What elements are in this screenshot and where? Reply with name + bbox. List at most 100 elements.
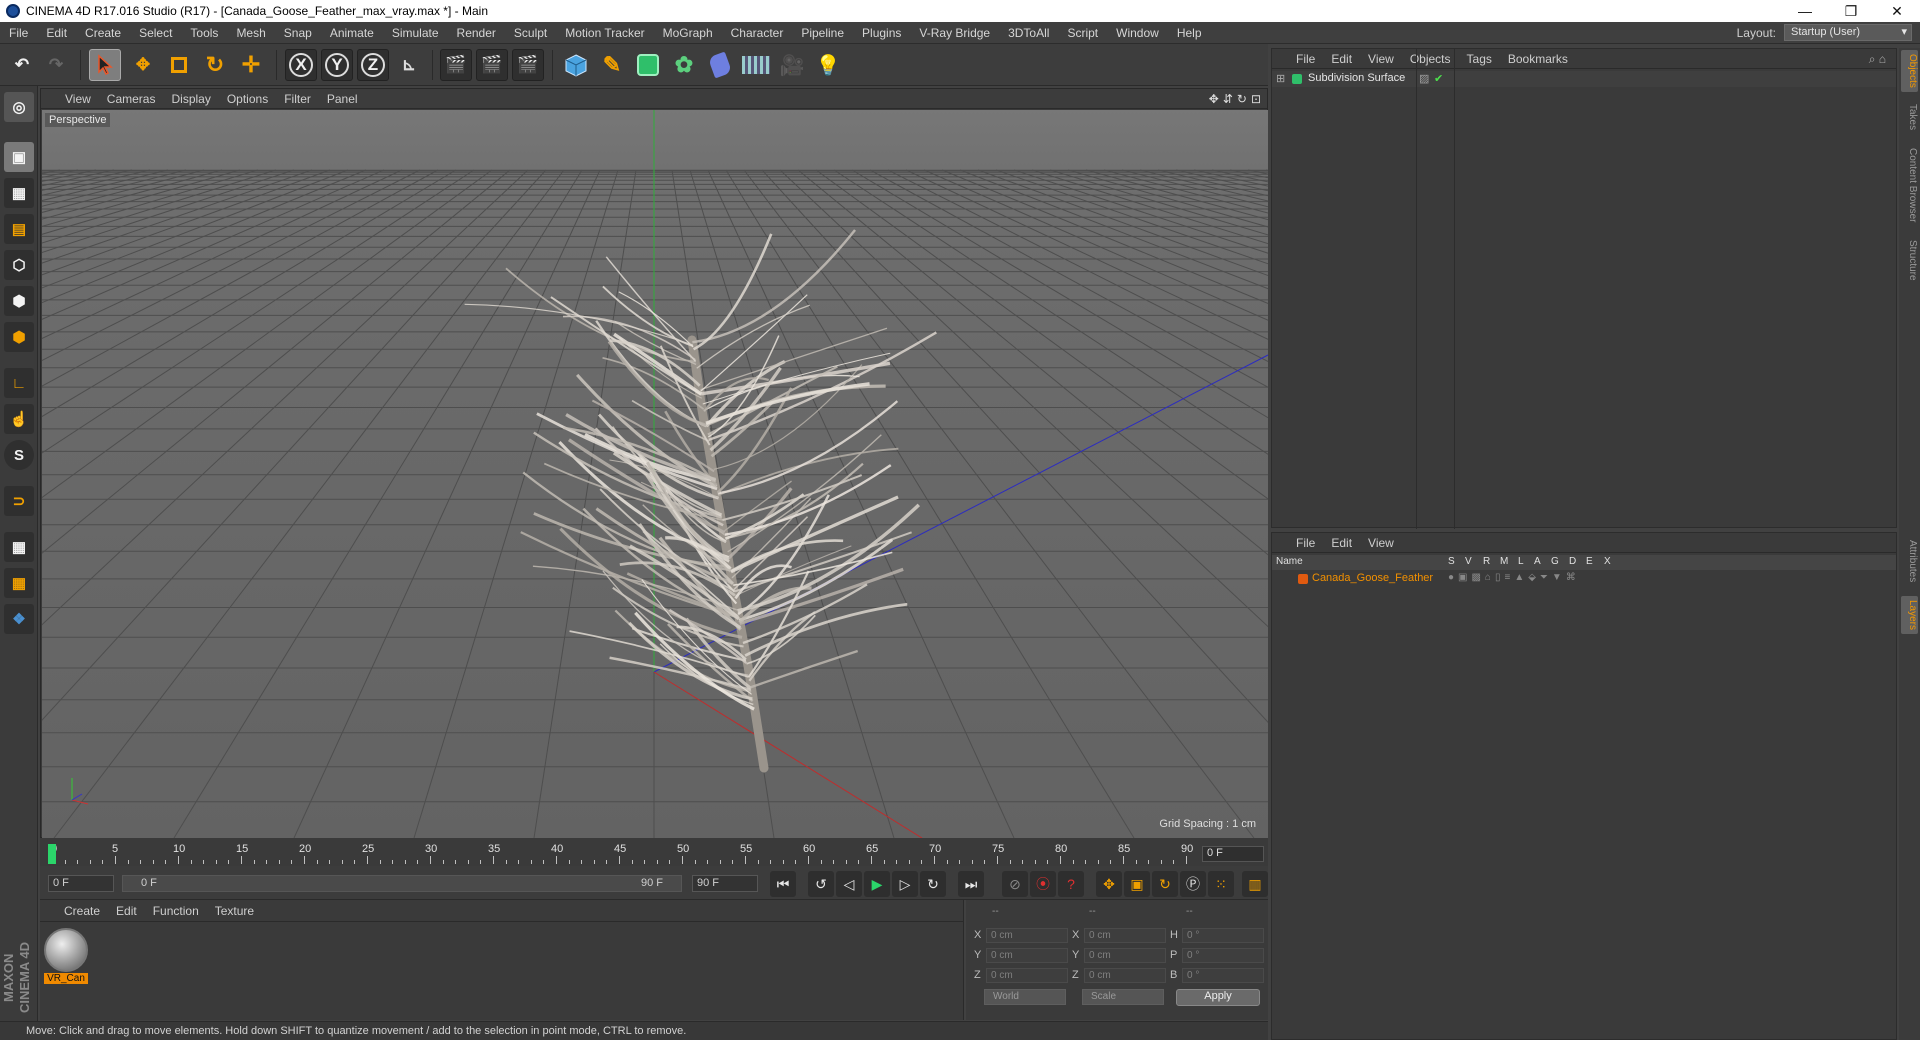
start-frame-field[interactable]: 0 F <box>48 875 114 892</box>
tab-layers[interactable]: Layers <box>1901 596 1918 635</box>
menu-help[interactable]: Help <box>1168 26 1211 40</box>
apply-button[interactable]: Apply <box>1176 989 1260 1006</box>
objects-menu-view[interactable]: View <box>1360 52 1402 66</box>
cloner-icon[interactable]: ✿ <box>668 49 700 81</box>
play-icon[interactable]: ▶ <box>864 871 890 897</box>
make-editable-icon[interactable]: ◎ <box>4 92 34 122</box>
redo-icon[interactable]: ↷ <box>40 49 72 81</box>
layers-menu-view[interactable]: View <box>1360 536 1402 550</box>
layers-menu-file[interactable]: File <box>1288 536 1323 550</box>
scale-tool-icon[interactable] <box>163 49 195 81</box>
coord-system-dropdown[interactable]: World <box>984 989 1066 1005</box>
tweak-mode-icon[interactable]: ☝ <box>4 404 34 434</box>
tab-structure[interactable]: Structure <box>1901 236 1918 285</box>
magnet-icon[interactable]: ⊃ <box>4 486 34 516</box>
texture-mode-icon[interactable]: ▦ <box>4 178 34 208</box>
menu-vray-bridge[interactable]: V-Ray Bridge <box>910 26 999 40</box>
coord-mode-dropdown[interactable]: Scale <box>1082 989 1164 1005</box>
size-x-field[interactable]: 0 cm <box>1084 928 1166 943</box>
render-picture-viewer-icon[interactable]: 🎬 <box>476 49 508 81</box>
render-settings-icon[interactable]: 🎬 <box>512 49 544 81</box>
key-scale-icon[interactable]: ▣ <box>1124 871 1150 897</box>
key-parameter-icon[interactable]: Ⓟ <box>1180 871 1206 897</box>
objects-menu-bookmarks[interactable]: Bookmarks <box>1500 52 1576 66</box>
workplane-mode-icon[interactable]: ▤ <box>4 214 34 244</box>
object-row[interactable]: ⊞ Subdivision Surface ▨ ✔ <box>1272 49 1896 529</box>
search-icon[interactable]: ⌕ ⌂ <box>1869 52 1886 67</box>
restore-button[interactable]: ❐ <box>1828 0 1874 22</box>
render-view-icon[interactable]: 🎬 <box>440 49 472 81</box>
key-position-icon[interactable]: ✥ <box>1096 871 1122 897</box>
menu-sculpt[interactable]: Sculpt <box>505 26 556 40</box>
dolly-icon[interactable]: ⇵ <box>1223 92 1233 106</box>
enabled-check-icon[interactable]: ✔ <box>1434 72 1443 85</box>
previous-keyframe-icon[interactable]: ↺ <box>808 871 834 897</box>
y-axis-lock-button[interactable]: Y <box>321 49 353 81</box>
layers-menu-edit[interactable]: Edit <box>1323 536 1360 550</box>
viewport-menu-panel[interactable]: Panel <box>319 92 366 106</box>
polygons-mode-icon[interactable]: ⬢ <box>4 322 34 352</box>
position-x-field[interactable]: 0 cm <box>986 928 1068 943</box>
menu-animate[interactable]: Animate <box>321 26 383 40</box>
viewport-menu-filter[interactable]: Filter <box>276 92 319 106</box>
layer-row[interactable]: Canada_Goose_Feather ●▣▩⌂▯≡▲⬙⏷▼⌘ <box>1272 571 1896 587</box>
current-frame-field[interactable]: 0 F <box>1202 846 1264 862</box>
tab-objects[interactable]: Objects <box>1901 50 1918 92</box>
menu-create[interactable]: Create <box>76 26 130 40</box>
menu-file[interactable]: File <box>0 26 37 40</box>
close-button[interactable]: ✕ <box>1874 0 1920 22</box>
transform-tool-icon[interactable]: ✛ <box>235 49 267 81</box>
menu-plugins[interactable]: Plugins <box>853 26 910 40</box>
axis-mode-icon[interactable]: ∟ <box>4 368 34 398</box>
edges-mode-icon[interactable]: ⬢ <box>4 286 34 316</box>
points-mode-icon[interactable]: ⬡ <box>4 250 34 280</box>
orbit-icon[interactable]: ↻ <box>1237 92 1247 106</box>
tab-attributes[interactable]: Attributes <box>1901 536 1918 586</box>
layer-flags-icon[interactable]: ●▣▩⌂▯≡▲⬙⏷▼⌘ <box>1448 572 1580 583</box>
go-to-start-icon[interactable]: ⏮ <box>770 871 796 897</box>
rotate-tool-icon[interactable]: ↻ <box>199 49 231 81</box>
timeline-ruler[interactable]: 0 5 10 15 20 25 30 35 40 45 50 55 60 65 … <box>48 840 1198 864</box>
viewport-menu-cameras[interactable]: Cameras <box>99 92 164 106</box>
perspective-viewport[interactable]: Perspective Grid Spacing : 1 cm <box>42 110 1268 838</box>
visibility-toggle-icon[interactable]: ▨ <box>1419 72 1429 85</box>
menu-edit[interactable]: Edit <box>37 26 76 40</box>
rotation-h-field[interactable]: 0 ° <box>1182 928 1264 943</box>
menu-3dtoall[interactable]: 3DToAll <box>999 26 1058 40</box>
next-frame-icon[interactable]: ▷ <box>892 871 918 897</box>
menu-render[interactable]: Render <box>448 26 505 40</box>
floor-icon[interactable] <box>740 49 772 81</box>
material-menu-function[interactable]: Function <box>145 904 207 918</box>
frame-range-slider[interactable]: 0 F 90 F <box>122 875 682 892</box>
go-to-end-icon[interactable]: ⏭ <box>958 871 984 897</box>
coordinate-system-icon[interactable]: ⊾ <box>393 49 425 81</box>
lock-workplane-icon[interactable]: ▦ <box>4 532 34 562</box>
objects-menu-tags[interactable]: Tags <box>1459 52 1500 66</box>
deformer-icon[interactable] <box>704 49 736 81</box>
rotation-b-field[interactable]: 0 ° <box>1182 968 1264 983</box>
material-swatch[interactable]: VR_Can <box>44 928 88 986</box>
material-menu-texture[interactable]: Texture <box>207 904 262 918</box>
position-z-field[interactable]: 0 cm <box>986 968 1068 983</box>
auto-key-icon[interactable]: ⦿ <box>1030 871 1056 897</box>
expand-icon[interactable]: ⊞ <box>1276 72 1285 85</box>
layer-color-swatch[interactable] <box>1298 574 1308 584</box>
viewport-menu-view[interactable]: View <box>57 92 99 106</box>
z-axis-lock-button[interactable]: Z <box>357 49 389 81</box>
pen-spline-icon[interactable]: ✎ <box>596 49 628 81</box>
subdivision-surface-icon[interactable] <box>632 49 664 81</box>
size-y-field[interactable]: 0 cm <box>1084 948 1166 963</box>
menu-motion-tracker[interactable]: Motion Tracker <box>556 26 653 40</box>
python-icon[interactable]: ❖ <box>4 604 34 634</box>
menu-character[interactable]: Character <box>722 26 793 40</box>
previous-frame-icon[interactable]: ◁ <box>836 871 862 897</box>
camera-icon[interactable]: 🎥 <box>776 49 808 81</box>
menu-window[interactable]: Window <box>1107 26 1168 40</box>
rotation-p-field[interactable]: 0 ° <box>1182 948 1264 963</box>
layout-dropdown[interactable]: Startup (User) <box>1784 24 1912 41</box>
light-icon[interactable]: 💡 <box>812 49 844 81</box>
material-menu-create[interactable]: Create <box>56 904 108 918</box>
pan-icon[interactable]: ✥ <box>1209 92 1219 106</box>
key-rotation-icon[interactable]: ↻ <box>1152 871 1178 897</box>
playhead[interactable] <box>48 844 56 864</box>
